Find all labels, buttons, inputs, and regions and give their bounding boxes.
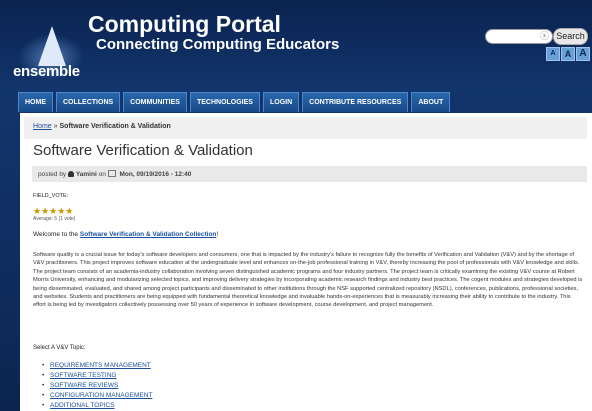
welcome-suffix: ! <box>216 231 219 238</box>
search-input[interactable]: ⓧ <box>485 29 553 44</box>
logo-text[interactable]: ensemble <box>13 63 80 80</box>
welcome-text: Welcome to the Software Verification & V… <box>33 231 218 238</box>
nav-contribute-resources[interactable]: CONTRIBUTE RESOURCES <box>302 92 409 112</box>
nav-technologies[interactable]: TECHNOLOGIES <box>189 92 260 112</box>
nav-about[interactable]: ABOUT <box>411 92 451 112</box>
field-vote-label: FIELD_VOTE: <box>33 193 69 199</box>
logo-triangle-icon <box>38 26 66 66</box>
breadcrumb-home-link[interactable]: Home <box>33 123 52 130</box>
collection-link[interactable]: Software Verification & Validation Colle… <box>80 231 217 238</box>
topic-link[interactable]: SOFTWARE TESTING <box>42 371 152 381</box>
site-title[interactable]: Computing Portal <box>88 11 281 38</box>
site-subtitle: Connecting Computing Educators <box>96 36 340 53</box>
nav-login[interactable]: LOGIN <box>262 92 300 112</box>
content-panel: Home » Software Verification & Validatio… <box>20 113 592 411</box>
topic-link[interactable]: SOFTWARE REVIEWS <box>42 381 152 391</box>
user-icon <box>68 171 74 177</box>
post-date: Mon, 09/19/2016 - 12:40 <box>119 171 192 178</box>
calendar-icon <box>107 170 116 177</box>
breadcrumb: Home » Software Verification & Validatio… <box>24 117 587 139</box>
author-name[interactable]: Yamini <box>76 171 97 178</box>
breadcrumb-current: Software Verification & Validation <box>59 123 171 130</box>
breadcrumb-separator: » <box>53 123 58 130</box>
nav-communities[interactable]: COMMUNITIES <box>123 92 187 112</box>
posted-by-label: posted by <box>38 171 67 178</box>
on-label: on <box>98 171 106 178</box>
welcome-prefix: Welcome to the <box>33 231 80 238</box>
nav-collections[interactable]: COLLECTIONS <box>56 92 121 112</box>
font-size-medium-button[interactable]: A <box>561 47 575 61</box>
topic-link[interactable]: ADDITIONAL TOPICS <box>42 401 152 411</box>
nav-home[interactable]: HOME <box>18 92 53 112</box>
font-size-large-button[interactable]: A <box>576 47 590 61</box>
post-meta: posted by Yamini on Mon, 09/19/2016 - 12… <box>32 166 587 182</box>
topic-list: REQUIREMENTS MANAGEMENT SOFTWARE TESTING… <box>42 361 152 411</box>
topic-link[interactable]: REQUIREMENTS MANAGEMENT <box>42 361 152 371</box>
page-title: Software Verification & Validation <box>33 142 253 159</box>
rating-average: Average: 5 (1 vote) <box>33 216 76 222</box>
topic-link[interactable]: CONFIGURATION MANAGEMENT <box>42 391 152 401</box>
clear-search-icon[interactable]: ⓧ <box>540 30 549 43</box>
main-nav: HOME COLLECTIONS COMMUNITIES TECHNOLOGIE… <box>18 92 453 112</box>
page-frame: ensemble Computing Portal Connecting Com… <box>0 0 592 411</box>
description-paragraph: Software quality is a crucial issue for … <box>33 252 583 309</box>
select-topic-label: Select A V&V Topic: <box>33 345 86 351</box>
font-size-small-button[interactable]: A <box>546 47 560 61</box>
search-button[interactable]: Search <box>553 28 588 45</box>
